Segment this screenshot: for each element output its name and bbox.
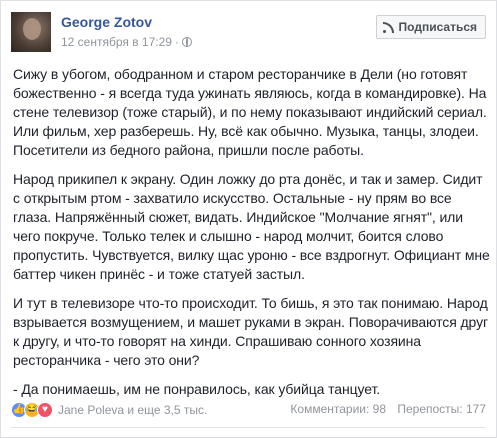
post-header: George Zotov 12 сентября в 17:29 · Подпис…: [11, 12, 486, 56]
timestamp-link[interactable]: 12 сентября в 17:29: [61, 35, 172, 49]
post-footer: 👍 😂 ♥ Jane Poleva и еще 3,5 тыс. Коммент…: [11, 401, 486, 421]
comments-count[interactable]: Комментарии: 98: [290, 402, 386, 416]
footer-divider: [11, 427, 486, 428]
love-icon: ♥: [37, 402, 53, 418]
rss-icon: [382, 21, 394, 33]
post-paragraph: И тут в телевизоре что-то происходит. То…: [13, 295, 488, 368]
post-meta: 12 сентября в 17:29 ·: [61, 35, 192, 49]
post-paragraph: Сижу в убогом, ободранном и старом ресто…: [13, 66, 487, 158]
author-name[interactable]: George Zotov: [61, 14, 152, 30]
post-paragraph: Народ прикипел к экрану. Один ложку до р…: [13, 171, 490, 282]
reactions-summary[interactable]: 👍 😂 ♥ Jane Poleva и еще 3,5 тыс.: [11, 402, 207, 418]
avatar[interactable]: [11, 12, 51, 52]
subscribe-button[interactable]: Подписаться: [375, 15, 486, 39]
shares-count[interactable]: Перепосты: 177: [397, 402, 486, 416]
post-body: Сижу в убогом, ободранном и старом ресто…: [13, 65, 493, 409]
globe-icon[interactable]: [181, 37, 192, 47]
engagement-counts: Комментарии: 98 Перепосты: 177: [282, 402, 486, 416]
post-paragraph: - Да понимаешь, им не понравилось, как у…: [13, 381, 381, 397]
meta-separator: ·: [174, 35, 179, 49]
post-card: George Zotov 12 сентября в 17:29 · Подпис…: [0, 0, 497, 438]
avatar-face: [23, 18, 41, 40]
subscribe-label: Подписаться: [398, 20, 477, 34]
likers-link[interactable]: Jane Poleva и еще 3,5 тыс.: [58, 403, 207, 417]
